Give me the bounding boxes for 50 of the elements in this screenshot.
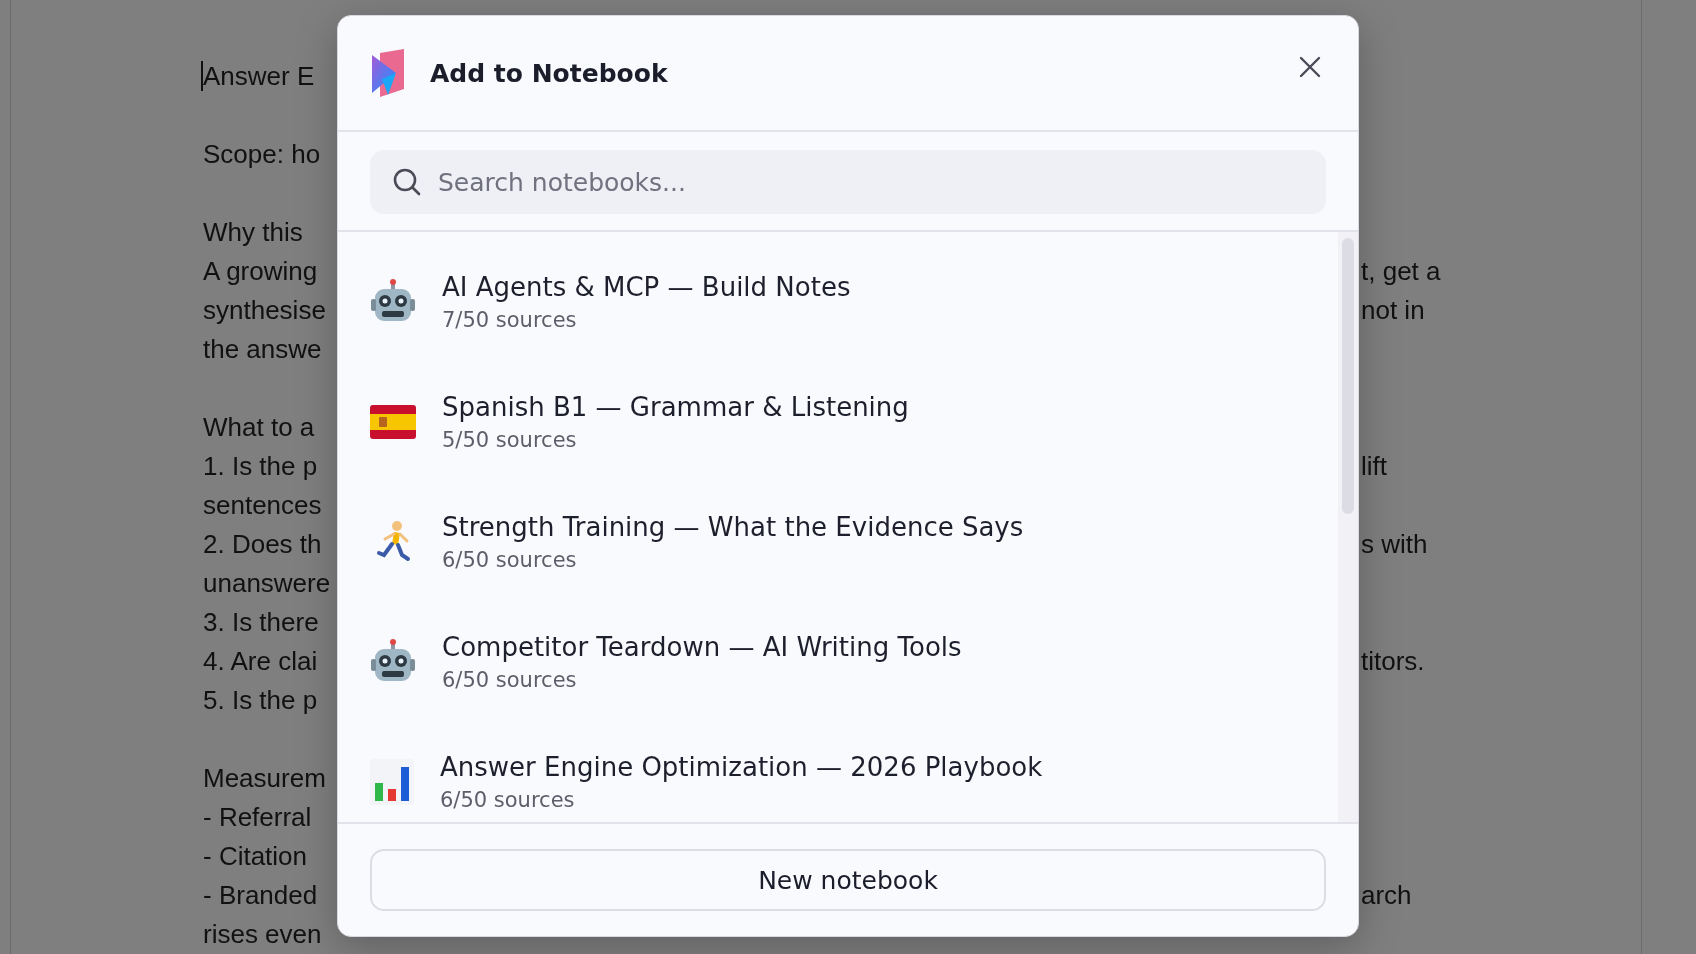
notebook-name: AI Agents & MCP — Build Notes — [442, 272, 851, 302]
source-count: 7/50 sources — [442, 308, 578, 332]
flag-icon — [370, 405, 416, 439]
document-text: 4. Are clai — [203, 645, 319, 678]
document-text: sentences — [203, 489, 323, 522]
search-field[interactable]: Search notebooks... — [370, 150, 1326, 214]
document-text: rises even — [203, 918, 323, 951]
document-text: 3. Is there — [203, 606, 320, 639]
document-text: arch — [1361, 879, 1412, 912]
logo-icon — [370, 49, 406, 97]
notebook-item[interactable]: AI Agents & MCP — Build Notes 7/50 sources — [338, 242, 1338, 362]
document-text: - Branded — [203, 879, 319, 912]
scrollbar[interactable] — [1338, 232, 1358, 822]
document-text: Why this — [203, 216, 304, 249]
dialog-title: Add to Notebook — [430, 58, 669, 88]
document-text: A growing — [203, 255, 319, 288]
document-text: - Referral — [203, 801, 313, 834]
notebook-name: Strength Training — What the Evidence Says — [442, 512, 1024, 542]
document-text: unanswere — [203, 567, 332, 600]
document-text: Measurem — [203, 762, 327, 795]
document-text: Scope: ho — [203, 138, 322, 171]
source-count: 6/50 sources — [440, 788, 576, 812]
document-text: 1. Is the p — [203, 450, 319, 483]
notebook-item[interactable]: Spanish B1 — Grammar & Listening 5/50 sources — [338, 362, 1338, 482]
document-text: 2. Does th — [203, 528, 323, 561]
document-text: not in — [1361, 294, 1425, 327]
document-text: synthesise — [203, 294, 327, 327]
notebook-name: Answer Engine Optimization — 2026 Playbook — [440, 752, 1043, 782]
notebook-item[interactable]: Competitor Teardown — AI Writing Tools 6/50 sources — [338, 602, 1338, 722]
document-text: Answer E — [203, 60, 316, 93]
source-count: 5/50 sources — [442, 428, 578, 452]
notebook-item[interactable]: Strength Training — What the Evidence Says 6/50 sources — [338, 482, 1338, 602]
document-text: s with — [1361, 528, 1428, 561]
notebook-name: Competitor Teardown — AI Writing Tools — [442, 632, 962, 662]
notebook-item[interactable]: Answer Engine Optimization — 2026 Playbook 6/50 sources — [338, 722, 1338, 822]
source-count: 6/50 sources — [442, 668, 578, 692]
document-text: titors. — [1361, 645, 1425, 678]
document-text: the answe — [203, 333, 323, 366]
document-text: 5. Is the p — [203, 684, 319, 717]
search-input[interactable]: Search notebooks... — [436, 166, 1304, 198]
document-text: What to a — [203, 411, 316, 444]
notebook-name: Spanish B1 — Grammar & Listening — [442, 392, 909, 422]
bar-chart-icon — [370, 759, 414, 805]
document-text: lift — [1361, 450, 1387, 483]
text-cursor — [201, 61, 203, 91]
document-text: - Citation — [203, 840, 309, 873]
search-icon — [392, 167, 422, 197]
source-count: 6/50 sources — [442, 548, 578, 572]
new-notebook-button[interactable]: New notebook — [370, 849, 1326, 911]
document-text: t, get a — [1361, 255, 1441, 288]
